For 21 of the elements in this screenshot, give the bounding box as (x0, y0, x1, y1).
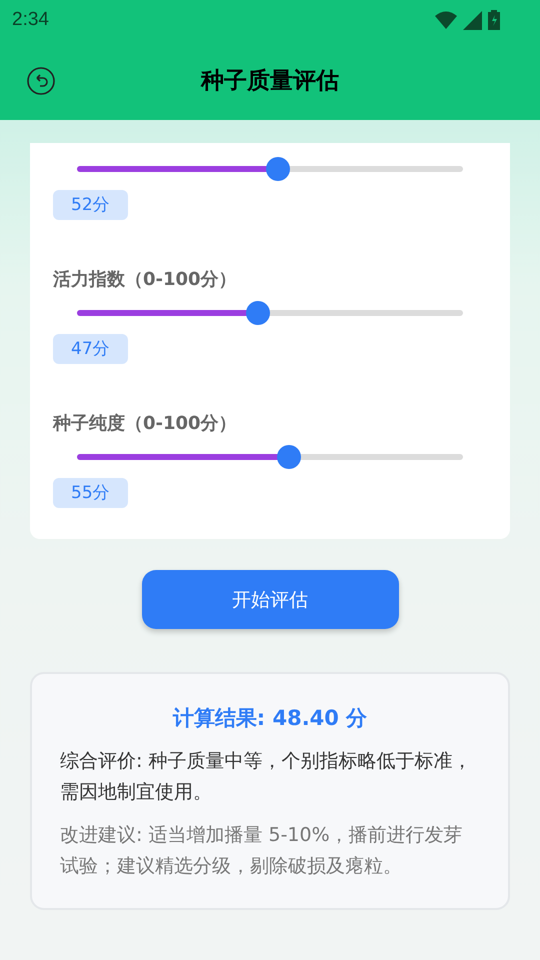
slider-label: 活力指数（0-100分） (53, 268, 238, 292)
score-value: 55分 (53, 478, 128, 508)
score-slider[interactable] (77, 157, 463, 181)
slider-thumb[interactable] (246, 301, 270, 325)
score-value: 52分 (53, 190, 128, 220)
advice-text: 改进建议: 适当增加播量 5-10%，播前进行发芽试验；建议精选分级，剔除破损及瘪粒。 (60, 823, 464, 879)
start-evaluation-button[interactable]: 开始评估 (142, 570, 398, 629)
battery-icon (488, 10, 500, 30)
score-value: 47分 (53, 334, 128, 364)
page-title: 种子质量评估 (201, 66, 339, 96)
slider-label: 种子纯度（0-100分） (53, 412, 238, 436)
wifi-icon (435, 11, 457, 29)
result-title: 计算结果: 48.40 分 (172, 705, 368, 732)
slider-thumb[interactable] (266, 157, 290, 181)
slider-thumb[interactable] (277, 445, 302, 469)
back-button[interactable] (26, 66, 56, 96)
status-time: 2:34 (12, 9, 49, 31)
signal-icon (463, 10, 482, 30)
evaluation-text: 综合评价: 种子质量中等，个别指标略低于标准，需因地制宜使用。 (60, 749, 472, 805)
score-slider[interactable] (77, 445, 463, 469)
score-slider[interactable] (77, 301, 463, 325)
